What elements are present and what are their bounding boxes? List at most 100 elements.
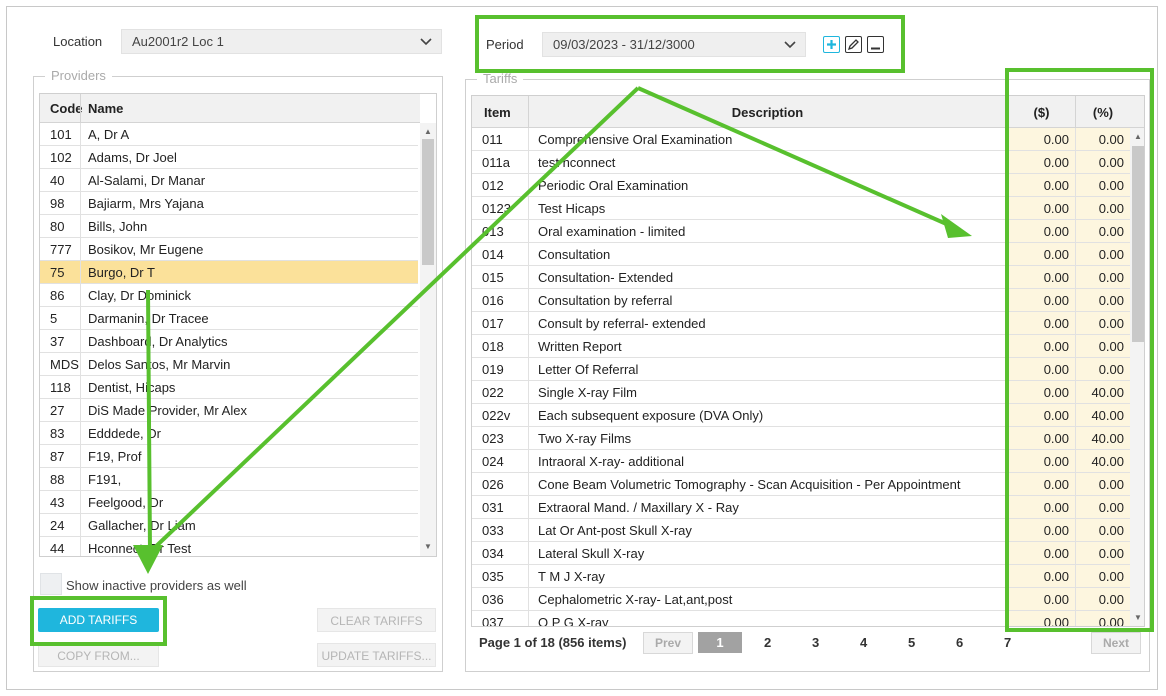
copy-from-button[interactable]: COPY FROM... <box>38 643 159 667</box>
provider-name: Burgo, Dr T <box>88 265 155 280</box>
page-3-button[interactable]: 3 <box>812 635 819 650</box>
location-select[interactable]: Au2001r2 Loc 1 <box>121 29 442 54</box>
provider-code: 43 <box>50 495 65 510</box>
tariff-description: T M J X-ray <box>538 569 605 584</box>
column-header-description[interactable]: Description <box>528 105 1007 120</box>
show-inactive-label: Show inactive providers as well <box>66 578 247 593</box>
provider-row[interactable]: 118 Dentist, Hicaps <box>40 376 418 399</box>
page-4-button[interactable]: 4 <box>860 635 867 650</box>
tariff-item: 023 <box>482 431 504 446</box>
chevron-down-icon <box>419 34 433 48</box>
provider-row[interactable]: MDS Delos Santos, Mr Marvin <box>40 353 418 376</box>
provider-code: MDS <box>50 357 79 372</box>
values-highlight-box <box>1005 68 1154 632</box>
tariff-item: 024 <box>482 454 504 469</box>
provider-row[interactable]: 88 F191, <box>40 468 418 491</box>
column-header-item[interactable]: Item <box>484 105 511 120</box>
provider-name: Dashboard, Dr Analytics <box>88 334 228 349</box>
tariff-description: Test Hicaps <box>538 201 606 216</box>
page-6-button[interactable]: 6 <box>956 635 963 650</box>
tariff-description: Cone Beam Volumetric Tomography - Scan A… <box>538 477 961 492</box>
column-header-name[interactable]: Name <box>88 101 123 116</box>
provider-name: Darmanin, Dr Tracee <box>88 311 209 326</box>
provider-code: 83 <box>50 426 65 441</box>
provider-row[interactable]: 777 Bosikov, Mr Eugene <box>40 238 418 261</box>
tariff-item: 033 <box>482 523 504 538</box>
provider-code: 102 <box>50 150 72 165</box>
provider-code: 101 <box>50 127 72 142</box>
tariff-description: Consult by referral- extended <box>538 316 706 331</box>
provider-name: A, Dr A <box>88 127 130 142</box>
provider-row[interactable]: 101 A, Dr A <box>40 123 418 146</box>
provider-code: 98 <box>50 196 65 211</box>
clear-tariffs-button[interactable]: CLEAR TARIFFS <box>317 608 436 632</box>
tariff-description: Each subsequent exposure (DVA Only) <box>538 408 764 423</box>
page-5-button[interactable]: 5 <box>908 635 915 650</box>
provider-row[interactable]: 27 DiS Made Provider, Mr Alex <box>40 399 418 422</box>
tariff-item: 0123 <box>482 201 511 216</box>
tariff-description: Consultation <box>538 247 611 262</box>
provider-code: 87 <box>50 449 65 464</box>
page-2-button[interactable]: 2 <box>764 635 771 650</box>
tariff-item: 018 <box>482 339 504 354</box>
tariff-item: 034 <box>482 546 504 561</box>
page-1-button[interactable]: 1 <box>698 632 742 653</box>
tariff-description: Written Report <box>538 339 622 354</box>
provider-name: Clay, Dr Dominick <box>88 288 192 303</box>
provider-code: 777 <box>50 242 72 257</box>
next-page-button[interactable]: Next <box>1091 632 1141 654</box>
tariff-description: Periodic Oral Examination <box>538 178 689 193</box>
provider-name: Edddede, Dr <box>88 426 161 441</box>
page-7-button[interactable]: 7 <box>1004 635 1011 650</box>
location-value: Au2001r2 Loc 1 <box>132 34 224 49</box>
provider-row[interactable]: 44 Hconnect, Dr Test <box>40 537 418 556</box>
provider-name: DiS Made Provider, Mr Alex <box>88 403 247 418</box>
update-tariffs-button[interactable]: UPDATE TARIFFS... <box>317 643 436 667</box>
provider-row[interactable]: 75 Burgo, Dr T <box>40 261 418 284</box>
tariff-item: 015 <box>482 270 504 285</box>
provider-name: Bajiarm, Mrs Yajana <box>88 196 204 211</box>
tariff-description: Single X-ray Film <box>538 385 637 400</box>
provider-name: Adams, Dr Joel <box>88 150 177 165</box>
add-tariffs-highlight-box <box>30 596 167 646</box>
provider-row[interactable]: 43 Feelgood, Dr <box>40 491 418 514</box>
tariff-description: Consultation- Extended <box>538 270 674 285</box>
provider-code: 88 <box>50 472 65 487</box>
tariff-description: Extraoral Mand. / Maxillary X - Ray <box>538 500 739 515</box>
provider-row[interactable]: 5 Darmanin, Dr Tracee <box>40 307 418 330</box>
show-inactive-checkbox[interactable] <box>40 573 62 595</box>
providers-legend: Providers <box>45 68 112 83</box>
tariffs-legend: Tariffs <box>477 71 524 86</box>
tariff-item: 011 <box>482 132 503 147</box>
tariff-item: 011a <box>482 155 510 170</box>
provider-row[interactable]: 98 Bajiarm, Mrs Yajana <box>40 192 418 215</box>
column-header-code[interactable]: Code <box>50 101 84 116</box>
tariff-item: 013 <box>482 224 504 239</box>
provider-name: Gallacher, Dr Liam <box>88 518 196 533</box>
prev-page-button[interactable]: Prev <box>643 632 693 654</box>
provider-row[interactable]: 40 Al-Salami, Dr Manar <box>40 169 418 192</box>
provider-name: Hconnect, Dr Test <box>88 541 192 556</box>
provider-row[interactable]: 102 Adams, Dr Joel <box>40 146 418 169</box>
tariff-description: Lat Or Ant-post Skull X-ray <box>538 523 692 538</box>
provider-name: Al-Salami, Dr Manar <box>88 173 206 188</box>
providers-scrollbar[interactable]: ▲ ▼ <box>420 123 436 556</box>
pager-info: Page 1 of 18 (856 items) <box>479 635 627 650</box>
providers-header: Code Name <box>40 94 420 123</box>
provider-row[interactable]: 86 Clay, Dr Dominick <box>40 284 418 307</box>
scroll-up-icon[interactable]: ▲ <box>420 125 436 139</box>
providers-scroll-thumb[interactable] <box>422 139 434 265</box>
provider-code: 37 <box>50 334 65 349</box>
provider-row[interactable]: 80 Bills, John <box>40 215 418 238</box>
provider-row[interactable]: 24 Gallacher, Dr Liam <box>40 514 418 537</box>
providers-rows: 101 A, Dr A 102 Adams, Dr Joel 40 Al-Salami, … <box>40 123 418 556</box>
provider-row[interactable]: 87 F19, Prof <box>40 445 418 468</box>
provider-code: 40 <box>50 173 65 188</box>
tariff-description: Intraoral X-ray- additional <box>538 454 684 469</box>
scroll-down-icon[interactable]: ▼ <box>420 540 436 554</box>
provider-row[interactable]: 37 Dashboard, Dr Analytics <box>40 330 418 353</box>
provider-row[interactable]: 83 Edddede, Dr <box>40 422 418 445</box>
tariff-description: Cephalometric X-ray- Lat,ant,post <box>538 592 733 607</box>
location-label: Location <box>53 34 103 49</box>
provider-code: 27 <box>50 403 65 418</box>
